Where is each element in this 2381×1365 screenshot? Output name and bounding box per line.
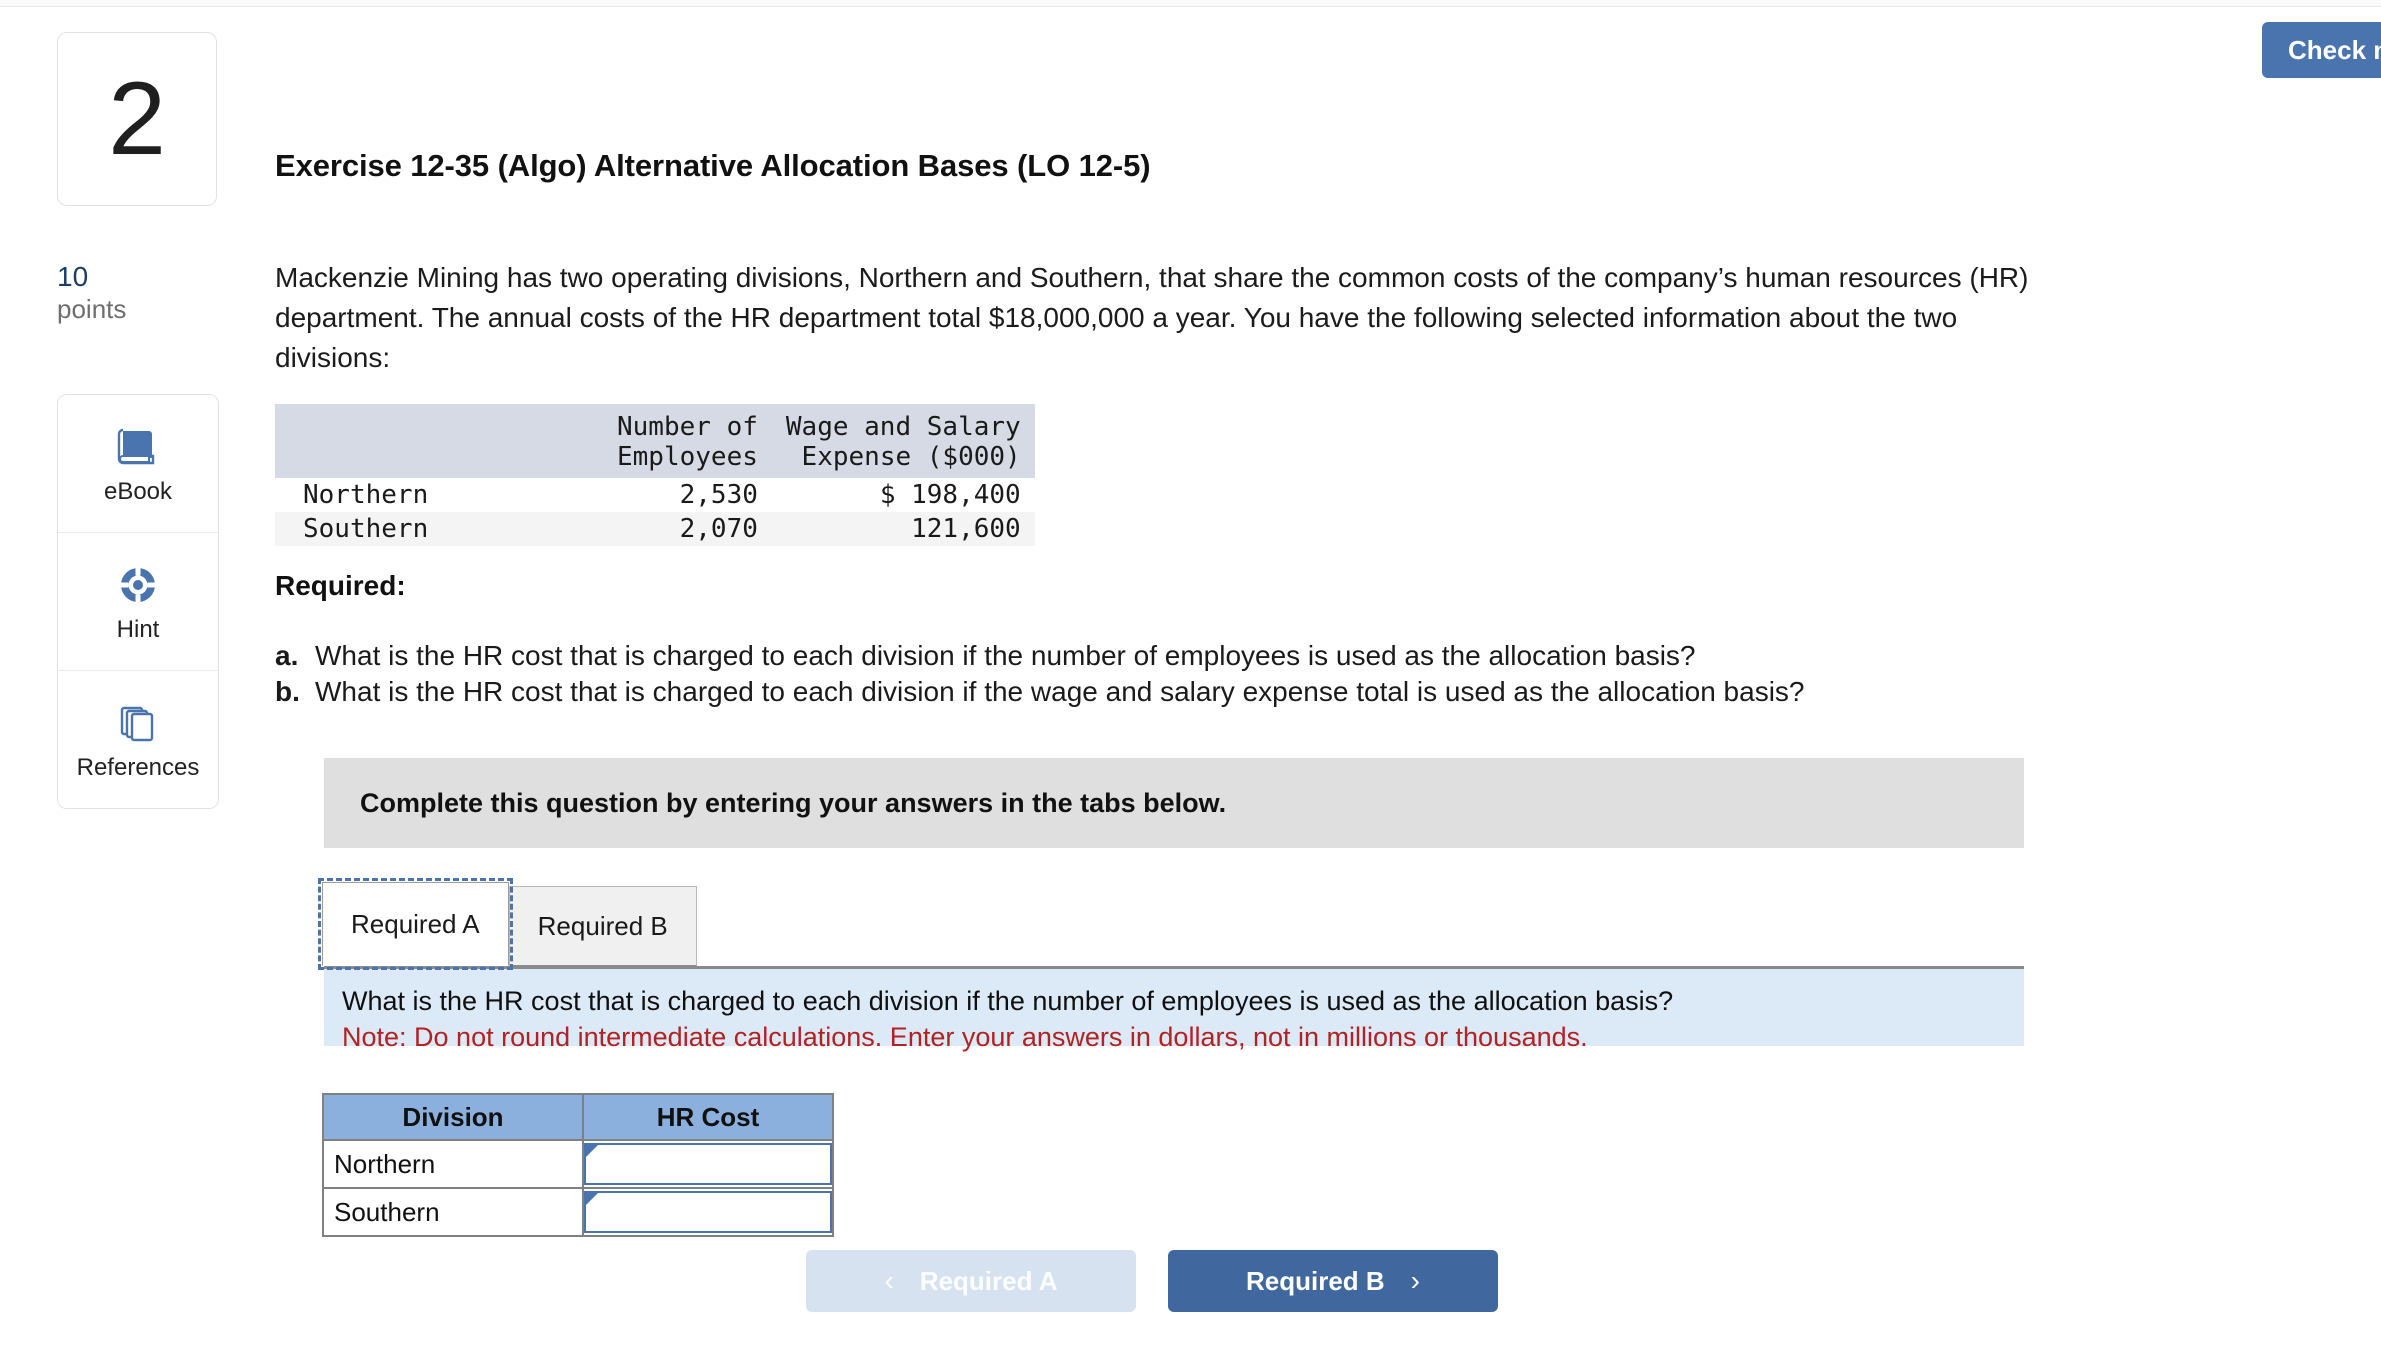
answer-header-hr-cost: HR Cost <box>583 1094 833 1140</box>
complete-question-banner-text: Complete this question by entering your … <box>360 788 1226 819</box>
given-header-employees: Number of Employees <box>603 404 772 478</box>
question-number-badge: 2 <box>57 32 217 206</box>
requirement-tabs: Required A Required B <box>322 882 697 966</box>
problem-statement: Mackenzie Mining has two operating divis… <box>275 258 2040 378</box>
hr-cost-northern-input[interactable] <box>586 1145 830 1183</box>
requirement-nav: ‹ Required A Required B › <box>806 1250 1498 1312</box>
required-marker-b: b. <box>275 674 301 710</box>
required-text-b: What is the HR cost that is charged to e… <box>315 674 1805 710</box>
requirement-note-panel: What is the HR cost that is charged to e… <box>324 966 2024 1046</box>
tab-required-b[interactable]: Required B <box>509 886 697 966</box>
tab-required-a[interactable]: Required A <box>322 882 509 966</box>
table-row: Southern <box>323 1188 833 1236</box>
required-list: a. What is the HR cost that is charged t… <box>275 638 2175 710</box>
tab-required-b-label: Required B <box>538 911 668 942</box>
prev-required-a-button[interactable]: ‹ Required A <box>806 1250 1136 1312</box>
tab-required-a-label: Required A <box>351 909 480 940</box>
answer-row-northern-cost-cell[interactable] <box>583 1140 833 1188</box>
requirement-warning-text: Note: Do not round intermediate calculat… <box>342 1019 2024 1055</box>
points-label: points <box>57 293 217 326</box>
complete-question-banner: Complete this question by entering your … <box>324 758 2024 848</box>
hint-label: Hint <box>117 618 160 642</box>
hr-cost-southern-input[interactable] <box>586 1193 830 1231</box>
answer-row-southern-cost-cell[interactable] <box>583 1188 833 1236</box>
ebook-label: eBook <box>104 480 172 504</box>
hint-button[interactable]: Hint <box>58 533 218 671</box>
answer-row-southern-label: Southern <box>323 1188 583 1236</box>
required-marker-a: a. <box>275 638 301 674</box>
table-row: Northern <box>323 1140 833 1188</box>
given-row-southern-employees: 2,070 <box>603 512 772 546</box>
required-item-a: a. What is the HR cost that is charged t… <box>275 638 2175 674</box>
given-row-southern-wage: 121,600 <box>772 512 1035 546</box>
ebook-button[interactable]: eBook <box>58 395 218 533</box>
next-required-b-button[interactable]: Required B › <box>1168 1250 1498 1312</box>
given-row-northern-employees: 2,530 <box>603 478 772 512</box>
check-my-work-button[interactable]: Check my work <box>2262 22 2381 78</box>
answer-row-northern-label: Northern <box>323 1140 583 1188</box>
answer-table-header-row: Division HR Cost <box>323 1094 833 1140</box>
required-text-a: What is the HR cost that is charged to e… <box>315 638 1696 674</box>
required-item-b: b. What is the HR cost that is charged t… <box>275 674 2175 710</box>
table-header-row: Number of Employees Wage and Salary Expe… <box>275 404 1035 478</box>
answer-header-division: Division <box>323 1094 583 1140</box>
given-row-southern-division: Southern <box>275 512 603 546</box>
ebook-icon <box>115 424 161 470</box>
given-header-blank <box>275 404 603 478</box>
table-row: Southern 2,070 121,600 <box>275 512 1035 546</box>
given-data-table: Number of Employees Wage and Salary Expe… <box>275 404 1035 546</box>
page-title: Exercise 12-35 (Algo) Alternative Alloca… <box>275 148 1151 184</box>
references-pages-icon <box>115 700 161 746</box>
hr-cost-northern-cellbox[interactable] <box>584 1143 832 1185</box>
chevron-left-icon: ‹ <box>884 1265 893 1297</box>
points-value: 10 <box>57 262 217 293</box>
top-separator <box>0 0 2381 7</box>
hint-lifering-icon <box>115 562 161 608</box>
given-row-northern-wage: $ 198,400 <box>772 478 1035 512</box>
tool-stack: eBook Hint References <box>57 394 219 809</box>
required-heading: Required: <box>275 570 406 602</box>
chevron-right-icon: › <box>1411 1265 1420 1297</box>
hr-cost-southern-cellbox[interactable] <box>584 1191 832 1233</box>
points-display: 10 points <box>57 262 217 325</box>
given-row-northern-division: Northern <box>275 478 603 512</box>
requirement-question-text: What is the HR cost that is charged to e… <box>342 983 2024 1019</box>
references-button[interactable]: References <box>58 671 218 808</box>
references-label: References <box>77 756 200 780</box>
answer-table: Division HR Cost Northern Southern <box>322 1093 834 1237</box>
check-my-work-label: Check my work <box>2288 35 2381 66</box>
prev-required-a-label: Required A <box>920 1266 1058 1297</box>
question-number: 2 <box>108 67 166 171</box>
next-required-b-label: Required B <box>1246 1266 1385 1297</box>
given-header-wage: Wage and Salary Expense ($000) <box>772 404 1035 478</box>
table-row: Northern 2,530 $ 198,400 <box>275 478 1035 512</box>
